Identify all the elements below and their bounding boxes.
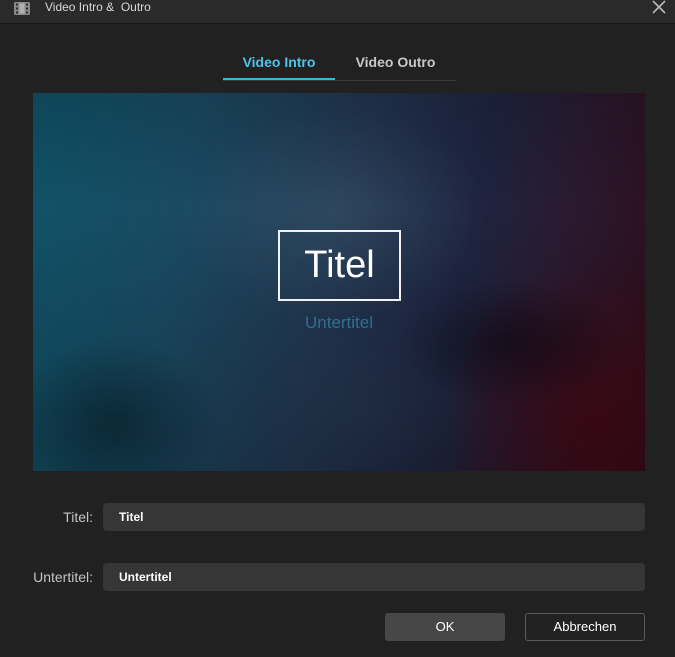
video-preview: Titel Untertitel xyxy=(33,93,645,471)
ok-button[interactable]: OK xyxy=(385,613,505,641)
title-label: Titel: xyxy=(63,509,93,525)
film-icon xyxy=(14,2,30,15)
tab-video-outro[interactable]: Video Outro xyxy=(335,48,456,78)
preview-title-frame: Titel xyxy=(278,230,401,301)
subtitle-label: Untertitel: xyxy=(33,569,93,585)
close-icon[interactable] xyxy=(648,0,670,16)
tab-bar: Video Intro Video Outro xyxy=(223,48,456,81)
tab-video-intro[interactable]: Video Intro xyxy=(223,48,335,80)
window-title: Video Intro & Outro xyxy=(45,0,151,14)
video-intro-outro-dialog: Video Intro & Outro Video Intro Video Ou… xyxy=(0,0,675,657)
preview-subtitle: Untertitel xyxy=(304,313,374,332)
cancel-button[interactable]: Abbrechen xyxy=(525,613,645,641)
preview-title: Titel xyxy=(304,244,375,286)
subtitle-input[interactable] xyxy=(103,563,645,591)
title-bar: Video Intro & Outro xyxy=(0,0,675,24)
title-input[interactable] xyxy=(103,503,645,531)
